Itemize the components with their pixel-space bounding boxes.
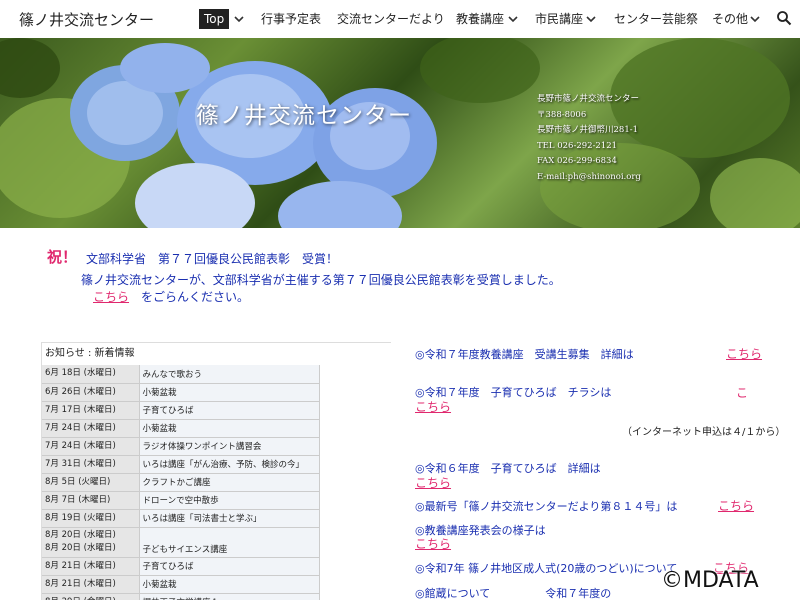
news-date: 8月 29日 (金曜日) [42,593,140,600]
hero-banner: 篠ノ井交流センター 長野市篠ノ井交流センター 〒388-8006 長野市篠ノ井御… [0,38,800,228]
news-title[interactable]: クラフトかご講座 [139,473,320,492]
news-row[interactable]: 8月 5日 (火曜日) クラフトかご講座 [42,473,391,492]
hero-title: 篠ノ井交流センター [196,103,412,129]
link-more[interactable]: こちら [415,535,451,552]
news-row[interactable]: 8月 19日 (火曜日) いろは講座「司法書士と学ぶ」 [42,509,391,528]
news-date: 8月 19日 (火曜日) [42,509,140,528]
news-title[interactable]: みんなで歌おう [139,365,320,384]
news-row-spacer [319,455,391,473]
news-date: 8月 7日 (木曜日) [42,491,140,510]
news-date: 8月 5日 (火曜日) [42,473,140,492]
info-line: 長野市篠ノ井交流センター [537,94,640,104]
news-title[interactable]: 子育てひろば [139,401,320,420]
news-title[interactable]: いろは講座「司法書士と学ぶ」 [139,509,320,528]
chevron-down-icon[interactable] [506,12,520,26]
nav-item-arts-festival[interactable]: センター芸能祭 [614,9,698,29]
news-row[interactable]: 8月 29日 (金曜日)堀井正子文学講座１ [42,593,391,600]
news-row-spacer [319,473,391,491]
news-row[interactable]: 6月 18日 (水曜日) みんなで歌おう [42,365,391,384]
news-title[interactable]: 小菊盆栽 [139,575,320,594]
info-line: 〒388-8006 [537,109,587,120]
news-row[interactable]: 7月 24日 (木曜日) ラジオ体操ワンポイント講習会 [42,437,391,456]
nav-item-culture-courses[interactable]: 教養講座 [456,9,504,29]
announcement-body: 篠ノ井交流センターが、文部科学省が主催する第７７回優良公民館表彰を受賞しました。 [81,273,561,287]
info-line: TEL 026-292-2121 [537,140,618,151]
news-row[interactable]: 8月 7日 (木曜日) ドローンで空中散歩 [42,491,391,510]
news-title[interactable]: 子育てひろば [139,557,320,576]
link-more[interactable]: こちら [415,398,451,415]
link-more[interactable]: こちら [718,497,754,514]
internet-application-note: （インターネット申込は４/１から） [622,427,786,438]
news-date: 6月 26日 (木曜日) [42,383,140,402]
copyright-watermark: ©MDATA [661,568,759,593]
news-title[interactable]: 小菊盆栽 [139,383,320,402]
news-row[interactable]: 8月 21日 (木曜日) 子育てひろば [42,557,391,576]
nav-item-citizen-courses[interactable]: 市民講座 [535,9,583,29]
news-title[interactable]: 子どもサイエンス講座 [139,527,320,558]
news-date: 7月 31日 (木曜日) [42,455,140,474]
link-facility[interactable]: ◎館蔵について 令和７年度の [415,585,611,600]
news-date: 7月 17日 (木曜日) [42,401,140,420]
news-row[interactable]: 7月 31日 (木曜日) いろは講座「がん治療、予防、検診の今」 [42,455,391,474]
celebration-label: 祝！ [47,248,78,266]
link-newsletter-latest[interactable]: ◎最新号「篠ノ井交流センターだより第８１４号」は [415,498,677,514]
news-row-spacer [319,383,391,401]
link-culture-courses[interactable]: ◎令和７年度教養講座 受講生募集 詳細は [415,346,634,362]
news-date: 7月 24日 (木曜日) [42,419,140,438]
info-line: 長野市篠ノ井御幣川281-1 [537,125,639,136]
news-date: 7月 24日 (木曜日) [42,437,140,456]
news-row[interactable]: 8月 20日 (水曜日) 8月 20日 (水曜日) 子どもサイエンス講座 [42,527,391,558]
news-panel: お知らせ : 新着情報 6月 18日 (水曜日) みんなで歌おう 6月 26日 (木… [41,342,391,600]
announcement-headline: 文部科学省 第７７回優良公民館表彰 受賞！ [86,252,339,266]
nav-item-schedule[interactable]: 行事予定表 [261,9,321,29]
news-row-spacer [319,437,391,455]
nav-item-top[interactable]: Top [199,9,230,29]
hydrangea-photo [0,38,800,228]
news-date: 8月 20日 (水曜日) 8月 20日 (水曜日) [42,527,140,558]
site-title[interactable]: 篠ノ井交流センター [19,9,154,30]
nav-item-newsletter[interactable]: 交流センターだより [337,9,445,29]
news-row-spacer [319,575,391,593]
info-line: E-mail:ph@shinonoi.org [537,171,641,182]
top-navigation-bar: 篠ノ井交流センター Top 行事予定表 交流センターだより 教養講座 市民講座 … [0,0,800,38]
announcement-link[interactable]: こちら [93,288,129,305]
hero-contact-info: 長野市篠ノ井交流センター 〒388-8006 長野市篠ノ井御幣川281-1 TE… [537,92,641,186]
news-title[interactable]: 堀井正子文学講座１ [139,593,320,600]
news-row-spacer [319,365,391,383]
news-title[interactable]: 小菊盆栽 [139,419,320,438]
chevron-down-icon[interactable] [748,12,762,26]
link-coming-of-age[interactable]: ◎令和7年 篠ノ井地区成人式(20歳のつどい)について [415,560,677,576]
announcement-link-tail: をごらんください。 [141,290,250,304]
link-more[interactable]: こちら [415,474,451,491]
news-row[interactable]: 7月 24日 (木曜日) 小菊盆栽 [42,419,391,438]
news-header: お知らせ : 新着情報 [42,343,391,364]
chevron-down-icon[interactable] [584,12,598,26]
news-date: 8月 21日 (木曜日) [42,575,140,594]
news-title[interactable]: ラジオ体操ワンポイント講習会 [139,437,320,456]
news-title[interactable]: ドローンで空中散歩 [139,491,320,510]
news-row[interactable]: 8月 21日 (木曜日) 小菊盆栽 [42,575,391,594]
news-row-spacer [319,491,391,509]
news-row[interactable]: 6月 26日 (木曜日) 小菊盆栽 [42,383,391,402]
nav-item-other[interactable]: その他 [712,9,748,29]
info-line: FAX 026-299-6834 [537,156,617,167]
news-table: 6月 18日 (水曜日) みんなで歌おう 6月 26日 (木曜日) 小菊盆栽 7月 17… [42,365,391,600]
news-date: 8月 21日 (木曜日) [42,557,140,576]
news-row-spacer [319,401,391,419]
link-more[interactable]: こちら [726,345,762,362]
news-row-spacer [319,593,391,600]
chevron-down-icon[interactable] [232,12,246,26]
link-more-fragment[interactable]: こ [736,384,748,401]
news-row-spacer [319,557,391,575]
news-row-spacer [319,419,391,437]
news-row-spacer [319,527,391,557]
search-icon[interactable] [776,10,792,26]
news-date: 6月 18日 (水曜日) [42,365,140,384]
news-title[interactable]: いろは講座「がん治療、予防、検診の今」 [139,455,320,474]
news-row[interactable]: 7月 17日 (木曜日) 子育てひろば [42,401,391,420]
news-row-spacer [319,509,391,527]
